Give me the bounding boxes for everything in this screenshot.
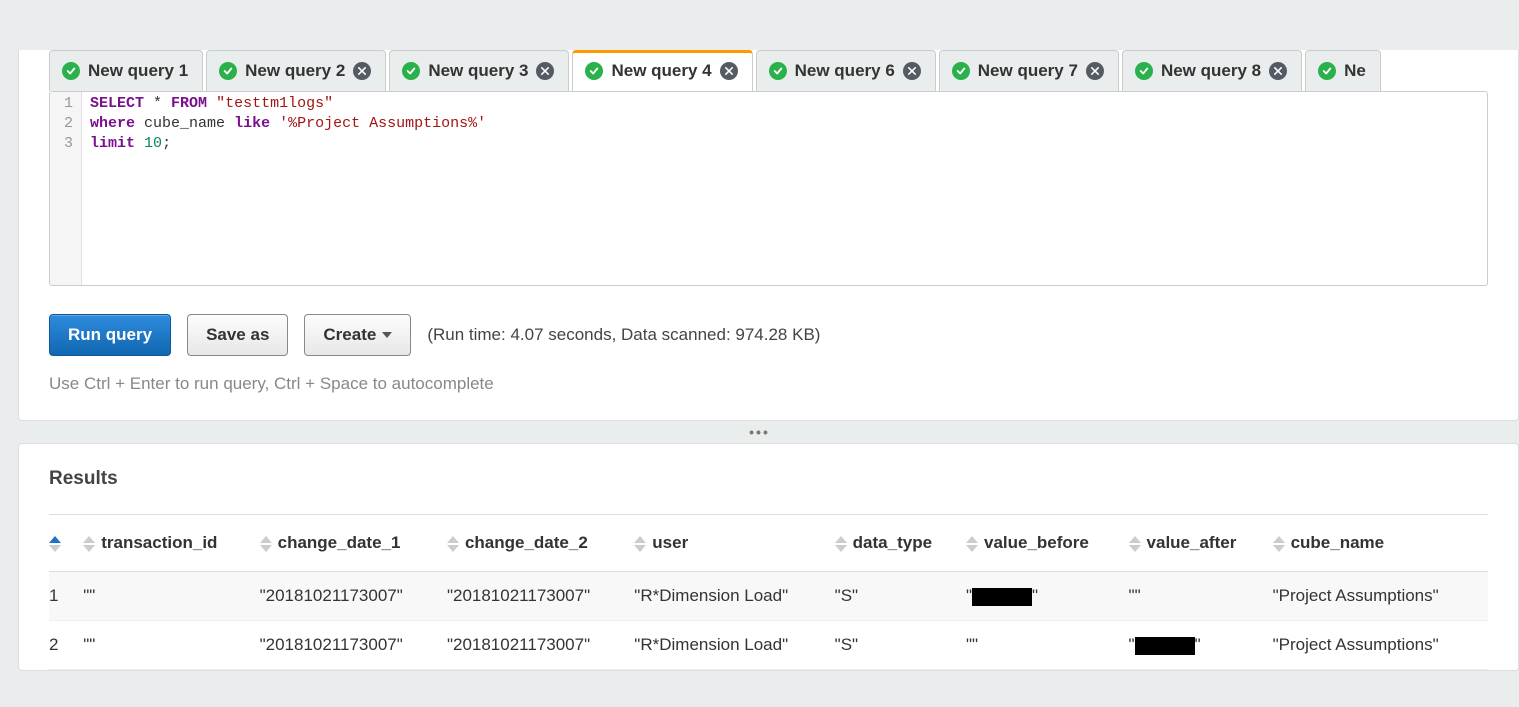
close-tab-icon[interactable] [903, 62, 921, 80]
query-tab[interactable]: New query 6 [756, 50, 936, 91]
table-cell: "20181021173007" [260, 621, 447, 670]
column-header[interactable]: value_after [1129, 515, 1273, 572]
table-cell: 1 [49, 572, 83, 621]
query-tab-label: New query 1 [88, 61, 188, 81]
sort-icon[interactable] [835, 536, 847, 552]
query-tab-label: New query 7 [978, 61, 1078, 81]
sort-icon[interactable] [634, 536, 646, 552]
results-title: Results [49, 468, 1488, 515]
table-cell: "" [1129, 621, 1273, 670]
query-tab-label: New query 4 [611, 61, 711, 81]
create-button-label: Create [323, 325, 376, 345]
table-row: 2"""20181021173007""20181021173007""R*Di… [49, 621, 1488, 670]
results-table: transaction_id change_date_1 change_date_2… [49, 515, 1488, 670]
editor-hint: Use Ctrl + Enter to run query, Ctrl + Sp… [19, 366, 1518, 420]
status-ok-icon [1135, 62, 1153, 80]
run-query-button[interactable]: Run query [49, 314, 171, 356]
close-tab-icon[interactable] [1269, 62, 1287, 80]
column-header-label: cube_name [1291, 533, 1385, 552]
query-tabs: New query 1 New query 2 New query 3 New que… [19, 50, 1518, 91]
column-header[interactable]: user [634, 515, 834, 572]
table-cell: "20181021173007" [447, 621, 634, 670]
results-header-row: transaction_id change_date_1 change_date_2… [49, 515, 1488, 572]
close-tab-icon[interactable] [1086, 62, 1104, 80]
create-button[interactable]: Create [304, 314, 411, 356]
query-tab[interactable]: New query 4 [572, 50, 752, 91]
status-ok-icon [62, 62, 80, 80]
column-header[interactable]: data_type [835, 515, 966, 572]
query-tab-label: New query 3 [428, 61, 528, 81]
table-cell: "20181021173007" [260, 572, 447, 621]
close-tab-icon[interactable] [536, 62, 554, 80]
table-cell: "Project Assumptions" [1273, 572, 1488, 621]
close-tab-icon[interactable] [353, 62, 371, 80]
query-tab[interactable]: New query 3 [389, 50, 569, 91]
query-tab-label: New query 2 [245, 61, 345, 81]
status-ok-icon [1318, 62, 1336, 80]
table-cell: 2 [49, 621, 83, 670]
table-cell: "" [966, 621, 1129, 670]
table-cell: "" [966, 572, 1129, 621]
table-cell: "R*Dimension Load" [634, 572, 834, 621]
status-ok-icon [952, 62, 970, 80]
query-tab[interactable]: Ne [1305, 50, 1381, 91]
close-tab-icon[interactable] [720, 62, 738, 80]
column-header[interactable] [49, 515, 83, 572]
sort-icon[interactable] [49, 536, 61, 552]
table-cell: "" [83, 572, 259, 621]
column-header-label: user [652, 533, 688, 552]
run-info-text: (Run time: 4.07 seconds, Data scanned: 9… [427, 325, 820, 345]
status-ok-icon [585, 62, 603, 80]
table-cell: "S" [835, 572, 966, 621]
query-tab-label: Ne [1344, 61, 1366, 81]
column-header-label: transaction_id [101, 533, 217, 552]
table-cell: "S" [835, 621, 966, 670]
status-ok-icon [769, 62, 787, 80]
editor-controls: Run query Save as Create (Run time: 4.07… [19, 286, 1518, 366]
redacted-value [1135, 637, 1195, 655]
column-header-label: value_after [1147, 533, 1237, 552]
table-cell: "20181021173007" [447, 572, 634, 621]
column-header[interactable]: change_date_1 [260, 515, 447, 572]
column-header-label: data_type [853, 533, 932, 552]
query-tab-label: New query 6 [795, 61, 895, 81]
column-header[interactable]: change_date_2 [447, 515, 634, 572]
query-tab[interactable]: New query 1 [49, 50, 203, 91]
query-tab[interactable]: New query 8 [1122, 50, 1302, 91]
column-header[interactable]: transaction_id [83, 515, 259, 572]
query-editor-panel: New query 1 New query 2 New query 3 New que… [18, 50, 1519, 421]
column-header[interactable]: value_before [966, 515, 1129, 572]
editor-code[interactable]: SELECT * FROM "testtm1logs"where cube_na… [82, 92, 1487, 285]
table-cell: "R*Dimension Load" [634, 621, 834, 670]
sort-icon[interactable] [447, 536, 459, 552]
results-panel: Results transaction_id change_date_1 chang… [18, 443, 1519, 671]
sql-editor[interactable]: 123 SELECT * FROM "testtm1logs"where cub… [49, 91, 1488, 286]
column-header-label: value_before [984, 533, 1089, 552]
chevron-down-icon [382, 332, 392, 338]
table-cell: "Project Assumptions" [1273, 621, 1488, 670]
query-tab[interactable]: New query 7 [939, 50, 1119, 91]
panel-splitter[interactable]: ••• [0, 421, 1519, 443]
table-cell: "" [1129, 572, 1273, 621]
query-tab[interactable]: New query 2 [206, 50, 386, 91]
status-ok-icon [402, 62, 420, 80]
table-row: 1"""20181021173007""20181021173007""R*Di… [49, 572, 1488, 621]
sort-icon[interactable] [966, 536, 978, 552]
sort-icon[interactable] [1273, 536, 1285, 552]
column-header[interactable]: cube_name [1273, 515, 1488, 572]
editor-gutter: 123 [50, 92, 82, 285]
save-as-button[interactable]: Save as [187, 314, 288, 356]
sort-icon[interactable] [83, 536, 95, 552]
redacted-value [972, 588, 1032, 606]
status-ok-icon [219, 62, 237, 80]
sort-icon[interactable] [1129, 536, 1141, 552]
column-header-label: change_date_2 [465, 533, 588, 552]
query-tab-label: New query 8 [1161, 61, 1261, 81]
sort-icon[interactable] [260, 536, 272, 552]
table-cell: "" [83, 621, 259, 670]
column-header-label: change_date_1 [278, 533, 401, 552]
